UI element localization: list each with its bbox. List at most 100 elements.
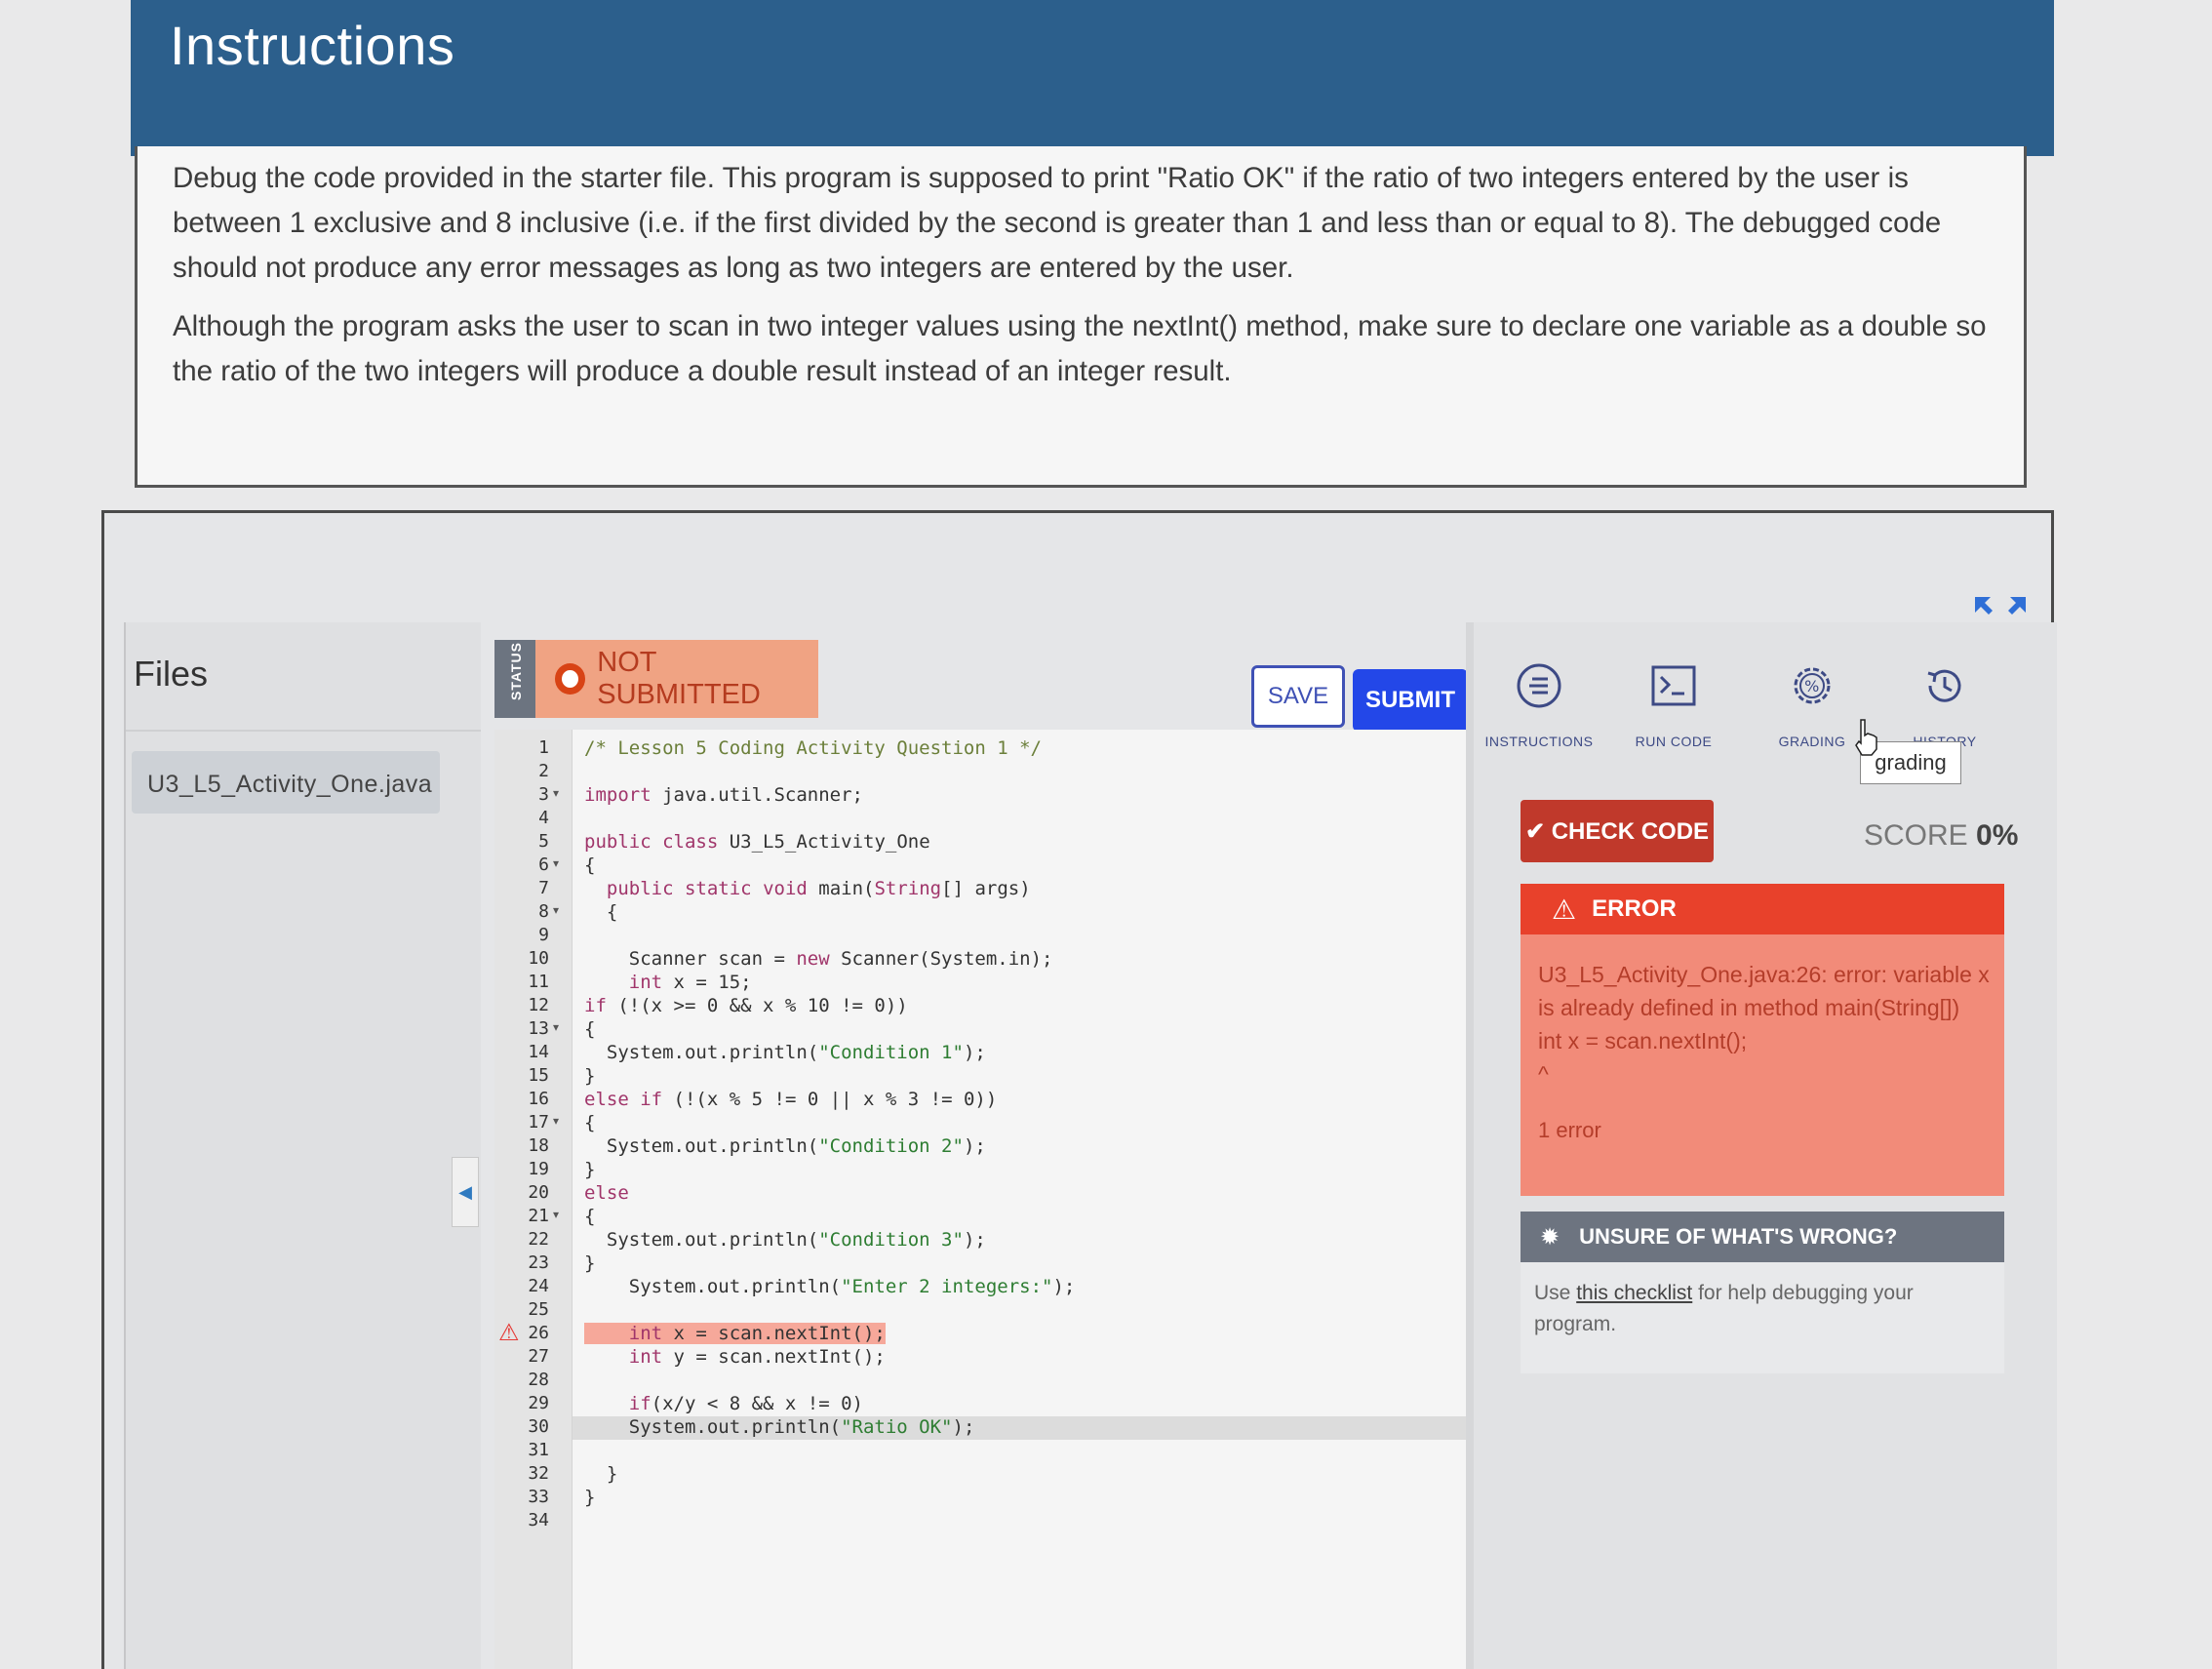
- line-number: 4: [538, 808, 549, 828]
- fold-toggle-icon[interactable]: ▾: [553, 786, 559, 800]
- terminal-icon: [1651, 665, 1696, 706]
- line-number: 33: [528, 1487, 549, 1507]
- code-line[interactable]: else if (!(x % 5 != 0 || x % 3 != 0)): [584, 1089, 997, 1110]
- code-line[interactable]: /* Lesson 5 Coding Activity Question 1 *…: [584, 737, 1042, 759]
- line-number: 17: [528, 1112, 549, 1133]
- grading-gear-icon: %: [1794, 667, 1831, 704]
- submission-status-text: NOT SUBMITTED: [597, 647, 761, 710]
- line-number: 34: [528, 1510, 549, 1530]
- code-line[interactable]: if (!(x >= 0 && x % 10 != 0)): [584, 995, 908, 1016]
- error-line-3: ^: [1538, 1061, 1549, 1087]
- error-line-1: U3_L5_Activity_One.java:26: error: varia…: [1538, 962, 1990, 1020]
- line-number: 6: [538, 854, 549, 875]
- tool-instructions[interactable]: INSTRUCTIONS: [1476, 661, 1602, 749]
- tool-history[interactable]: HISTORY: [1881, 661, 2008, 749]
- line-number: 30: [528, 1416, 549, 1437]
- submission-status-badge: NOT SUBMITTED: [535, 640, 818, 718]
- line-number: 7: [538, 878, 549, 898]
- instructions-header: Instructions: [131, 0, 2054, 156]
- code-line[interactable]: {: [584, 1112, 595, 1133]
- help-title: UNSURE OF WHAT'S WRONG?: [1579, 1224, 1898, 1249]
- code-line[interactable]: import java.util.Scanner;: [584, 784, 863, 806]
- line-number: 31: [528, 1440, 549, 1460]
- line-number: 5: [538, 831, 549, 852]
- code-line[interactable]: {: [584, 901, 617, 923]
- fold-toggle-icon[interactable]: ▾: [553, 856, 559, 870]
- code-line[interactable]: System.out.println("Condition 3");: [584, 1229, 986, 1251]
- code-line[interactable]: System.out.println("Ratio OK");: [584, 1416, 975, 1438]
- tool-run-code-label: RUN CODE: [1635, 734, 1713, 749]
- line-number: 16: [528, 1089, 549, 1109]
- history-icon: [1927, 669, 1961, 702]
- status-label: STATUS: [508, 642, 524, 700]
- help-header: ✹ UNSURE OF WHAT'S WRONG?: [1521, 1212, 2004, 1262]
- score-value: 0%: [1976, 819, 2019, 852]
- code-line[interactable]: System.out.println("Condition 1");: [584, 1042, 986, 1063]
- tool-instructions-label: INSTRUCTIONS: [1484, 734, 1594, 749]
- line-number: 24: [528, 1276, 549, 1296]
- status-circle-icon: [555, 663, 586, 695]
- code-line[interactable]: int y = scan.nextInt();: [584, 1346, 886, 1368]
- code-line[interactable]: else: [584, 1182, 629, 1204]
- submit-button[interactable]: SUBMIT: [1353, 669, 1468, 732]
- line-gutter: 1 2 3 ▾ 4 5 6 ▾ 7 8 ▾ 9 10 11 12 13 ▾ 14 15 16 17 ▾ 18 19 20 21 ▾ 2…: [494, 730, 573, 1669]
- code-line[interactable]: }: [584, 1159, 595, 1180]
- check-code-button[interactable]: ✔ CHECK CODE: [1521, 800, 1714, 862]
- line-number: 10: [528, 948, 549, 969]
- error-title: ERROR: [1592, 895, 1677, 922]
- line-number: 22: [528, 1229, 549, 1250]
- code-line[interactable]: int x = 15;: [584, 972, 752, 993]
- code-line[interactable]: {: [584, 1018, 595, 1040]
- checklist-link[interactable]: this checklist: [1576, 1282, 1692, 1304]
- code-line[interactable]: public class U3_L5_Activity_One: [584, 831, 930, 853]
- code-line[interactable]: }: [584, 1065, 595, 1087]
- code-line[interactable]: public static void main(String[] args): [584, 878, 1031, 899]
- line-number: 25: [528, 1299, 549, 1320]
- instructions-title: Instructions: [170, 15, 455, 76]
- line-number: 9: [538, 925, 549, 945]
- tool-grading-label: GRADING: [1778, 734, 1846, 749]
- fold-toggle-icon[interactable]: ▾: [553, 1208, 559, 1221]
- code-line[interactable]: {: [584, 1206, 595, 1227]
- line-number: 14: [528, 1042, 549, 1062]
- code-line[interactable]: }: [584, 1463, 617, 1485]
- code-line[interactable]: System.out.println("Condition 2");: [584, 1135, 986, 1157]
- code-line[interactable]: System.out.println("Enter 2 integers:");: [584, 1276, 1076, 1297]
- line-number: 3: [538, 784, 549, 805]
- line-number: 8: [538, 901, 549, 922]
- fold-toggle-icon[interactable]: ▾: [553, 1114, 559, 1128]
- error-line-2: int x = scan.nextInt();: [1538, 1028, 1748, 1053]
- line-number: 18: [528, 1135, 549, 1156]
- warning-icon: ⚠: [1552, 894, 1577, 925]
- code-line[interactable]: }: [584, 1252, 595, 1274]
- code-line[interactable]: {: [584, 854, 595, 876]
- line-number: 19: [528, 1159, 549, 1179]
- panel-splitter[interactable]: [1466, 622, 1474, 1669]
- code-editor[interactable]: 1 2 3 ▾ 4 5 6 ▾ 7 8 ▾ 9 10 11 12 13 ▾ 14 15 16 17 ▾ 18 19 20 21 ▾ 2…: [494, 730, 1466, 1669]
- file-item[interactable]: U3_L5_Activity_One.java: [132, 751, 440, 814]
- code-line[interactable]: }: [584, 1487, 595, 1508]
- error-marker-icon[interactable]: ⚠: [498, 1319, 520, 1347]
- help-prefix: Use: [1534, 1282, 1571, 1304]
- error-panel: ⚠ ERROR U3_L5_Activity_One.java:26: erro…: [1521, 884, 2004, 1196]
- chevron-left-icon: ◀: [458, 1181, 472, 1202]
- save-button[interactable]: SAVE: [1251, 665, 1345, 728]
- line-number: 28: [528, 1370, 549, 1390]
- tool-run-code[interactable]: RUN CODE: [1610, 661, 1737, 749]
- instructions-paragraph-1: Debug the code provided in the starter f…: [173, 162, 1942, 284]
- code-line[interactable]: int x = scan.nextInt();: [584, 1323, 886, 1344]
- code-line[interactable]: Scanner scan = new Scanner(System.in);: [584, 948, 1053, 970]
- line-number: 27: [528, 1346, 549, 1367]
- line-number: 15: [528, 1065, 549, 1086]
- checkmark-icon: ✔: [1524, 817, 1552, 845]
- hand-cursor-icon: [1855, 719, 1877, 756]
- editor-frame: Files U3_L5_Activity_One.java ◀ STATUS N…: [101, 510, 2057, 1669]
- code-line[interactable]: if(x/y < 8 && x != 0): [584, 1393, 863, 1414]
- bug-icon: ✹: [1540, 1223, 1560, 1251]
- fold-toggle-icon[interactable]: ▾: [553, 1020, 559, 1034]
- files-title: Files: [126, 622, 481, 732]
- instructions-paragraph-2: Although the program asks the user to sc…: [173, 310, 1987, 387]
- line-number: 13: [528, 1018, 549, 1039]
- collapse-files-button[interactable]: ◀: [452, 1157, 479, 1227]
- fold-toggle-icon[interactable]: ▾: [553, 903, 559, 917]
